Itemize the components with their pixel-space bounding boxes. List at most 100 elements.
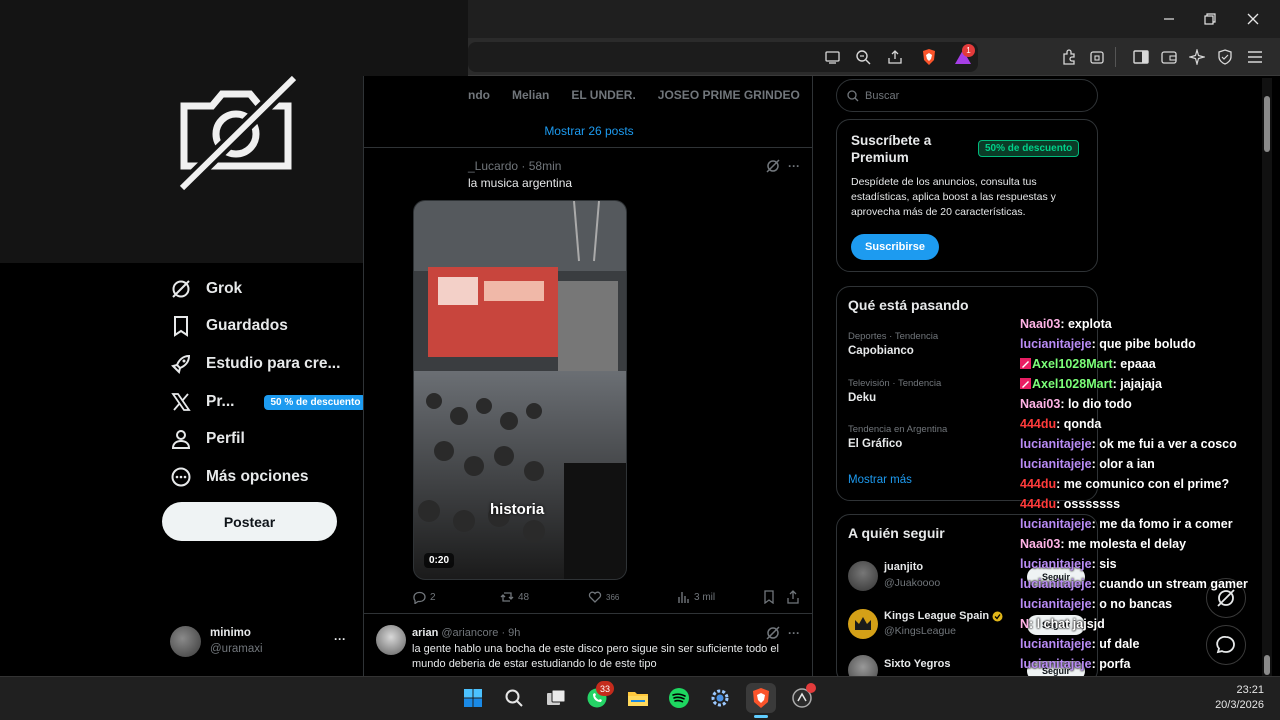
post-header: arian @ariancore · 9h [412, 627, 520, 639]
cast-icon[interactable] [822, 46, 844, 68]
views-button[interactable]: 3 mil [676, 590, 715, 604]
subscribe-button[interactable]: Suscribirse [851, 234, 939, 260]
wallet-box-icon[interactable] [1086, 46, 1108, 68]
nav-item-mas-opciones[interactable]: Más opciones [170, 462, 309, 492]
clock-date[interactable]: 20/3/2026 [1192, 699, 1264, 711]
scrollbar-track[interactable] [1262, 78, 1272, 676]
post-button[interactable]: Postear [162, 502, 337, 541]
chat-username[interactable]: 444du [1020, 417, 1056, 431]
post-video[interactable]: historia 0:20 [413, 200, 627, 580]
toolbar-divider [1115, 47, 1116, 67]
person-icon [170, 428, 192, 450]
chat-message: lucianitajeje: me da fomo ir a comer [1020, 514, 1233, 534]
file-explorer-icon[interactable] [623, 683, 653, 713]
grok-icon[interactable] [766, 626, 780, 640]
chat-username[interactable]: N [1020, 617, 1029, 631]
nav-item-grok[interactable]: Grok [170, 274, 242, 304]
like-button[interactable]: 366 [588, 590, 619, 604]
search-placeholder: Buscar [865, 89, 900, 102]
share-icon[interactable] [884, 46, 906, 68]
extensions-icon[interactable] [1058, 46, 1080, 68]
nav-item-guardados[interactable]: Guardados [170, 311, 288, 341]
repost-button[interactable]: 48 [500, 590, 529, 604]
chat-username[interactable]: Naai03 [1020, 317, 1060, 331]
avatar[interactable] [170, 626, 201, 657]
chat-username[interactable]: 444du [1020, 477, 1056, 491]
follow-name-row[interactable]: Kings League Spain [884, 610, 1003, 622]
zoom-icon[interactable] [852, 46, 874, 68]
search-icon[interactable] [499, 683, 529, 713]
task-view-icon[interactable] [541, 683, 571, 713]
reply-button[interactable]: 2 [412, 590, 436, 604]
share-icon[interactable] [786, 590, 800, 604]
scrollbar-thumb-bottom[interactable] [1264, 655, 1270, 675]
show-new-posts[interactable]: Mostrar 26 posts [364, 114, 812, 148]
post-handle[interactable]: _Lucardo [468, 159, 518, 173]
nav-item-premium[interactable]: Pr... 50 % de descuento [170, 387, 367, 417]
chat-username[interactable]: Axel1028Mart [1032, 357, 1113, 371]
chat-username[interactable]: lucianitajeje [1020, 577, 1092, 591]
follow-name[interactable]: Sixto Yegros [884, 658, 950, 670]
chat-username[interactable]: lucianitajeje [1020, 457, 1092, 471]
nav-item-perfil[interactable]: Perfil [170, 424, 245, 454]
wallet-icon[interactable] [1158, 46, 1180, 68]
post-time[interactable]: · 9h [501, 627, 520, 639]
trend-item[interactable]: Tendencia en Argentina El Gráfico [848, 424, 947, 450]
messages-float-button[interactable] [1206, 625, 1246, 665]
settings-gear-icon[interactable] [705, 683, 735, 713]
chat-username[interactable]: lucianitajeje [1020, 637, 1092, 651]
chat-username[interactable]: Axel1028Mart [1032, 377, 1113, 391]
like-count: 366 [606, 592, 620, 602]
start-icon[interactable] [458, 683, 488, 713]
sidebar-icon[interactable] [1130, 46, 1152, 68]
post-more-icon[interactable]: ··· [788, 159, 800, 173]
post-header: _Lucardo · 58min [468, 159, 561, 173]
spotify-icon[interactable] [664, 683, 694, 713]
tab-joseo-prime[interactable]: JOSEO PRIME GRINDEO [658, 88, 800, 102]
post-time[interactable]: · 58min [521, 159, 561, 173]
avatar[interactable] [848, 561, 878, 591]
tab-item[interactable]: ndo [468, 88, 490, 102]
brave-browser-icon[interactable] [746, 683, 776, 713]
nav-item-label: Más opciones [206, 468, 309, 485]
chat-username[interactable]: lucianitajeje [1020, 597, 1092, 611]
chat-username[interactable]: lucianitajeje [1020, 657, 1092, 671]
chat-username[interactable]: Naai03 [1020, 537, 1060, 551]
chat-message: lucianitajeje: cuando un stream gamer [1020, 574, 1248, 594]
chat-username[interactable]: 444du [1020, 497, 1056, 511]
clock-time[interactable]: 23:21 [1192, 684, 1264, 696]
close-icon[interactable] [1242, 8, 1264, 30]
bookmark-icon[interactable] [762, 590, 776, 604]
trends-show-more[interactable]: Mostrar más [848, 474, 912, 486]
menu-icon[interactable] [1244, 46, 1266, 68]
account-more-icon[interactable]: ··· [334, 632, 346, 646]
search-input[interactable]: Buscar [836, 79, 1098, 112]
minimize-icon[interactable] [1158, 8, 1180, 30]
post-more-icon[interactable]: ··· [788, 626, 800, 640]
follow-name[interactable]: juanjito [884, 561, 923, 573]
rocket-icon [170, 353, 192, 375]
avatar[interactable] [376, 625, 406, 655]
scrollbar-thumb[interactable] [1264, 96, 1270, 152]
chat-username[interactable]: lucianitajeje [1020, 337, 1092, 351]
premium-discount-badge: 50% de descuento [978, 140, 1080, 157]
trend-item[interactable]: Televisión · Tendencia Deku [848, 378, 941, 404]
leo-ai-icon[interactable] [1186, 46, 1208, 68]
post-handle[interactable]: @ariancore [441, 627, 498, 639]
chat-username[interactable]: lucianitajeje [1020, 557, 1092, 571]
tab-melian[interactable]: Melian [512, 88, 549, 102]
tab-el-under[interactable]: EL UNDER. [571, 88, 635, 102]
trend-item[interactable]: Deportes · Tendencia Capobianco [848, 331, 938, 357]
vpn-shield-icon[interactable] [1214, 46, 1236, 68]
chat-username[interactable]: Naai03 [1020, 397, 1060, 411]
grok-icon[interactable] [766, 159, 780, 173]
post-author[interactable]: arian [412, 627, 438, 639]
restore-icon[interactable] [1199, 8, 1221, 30]
nav-item-estudio[interactable]: Estudio para cre... [170, 349, 340, 379]
chat-text: me comunico con el prime? [1063, 477, 1230, 491]
chat-username[interactable]: lucianitajeje [1020, 437, 1092, 451]
chat-username[interactable]: lucianitajeje [1020, 517, 1092, 531]
chat-text: o no bancas [1099, 597, 1173, 611]
avatar[interactable] [848, 609, 878, 639]
brave-shields-icon[interactable] [918, 46, 940, 68]
